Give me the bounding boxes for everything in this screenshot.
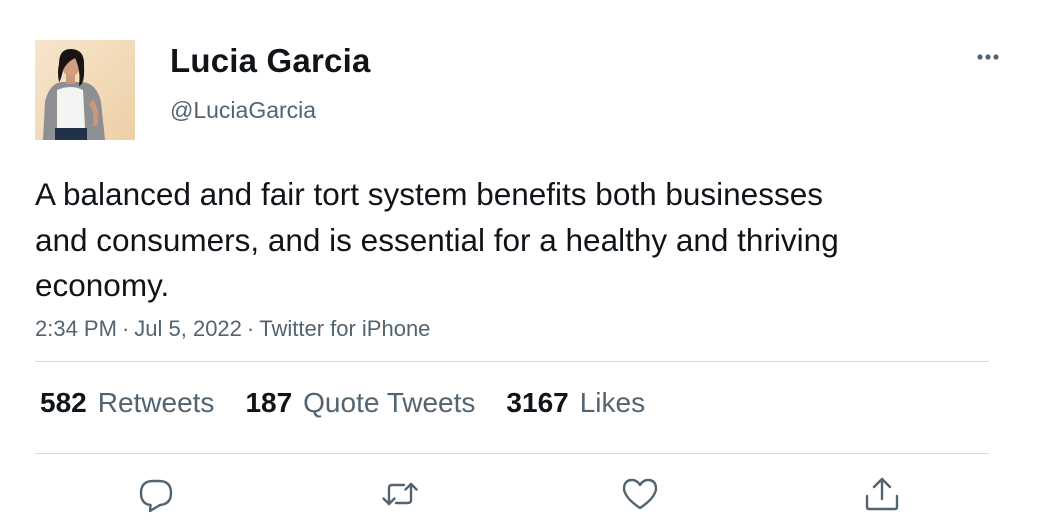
display-name[interactable]: Lucia Garcia <box>170 42 371 80</box>
more-options-button[interactable] <box>968 44 1008 70</box>
quote-tweets-count: 187 <box>245 387 293 418</box>
retweets-count: 582 <box>40 387 87 418</box>
avatar[interactable] <box>35 40 135 140</box>
tweet-date[interactable]: Jul 5, 2022 <box>134 316 242 341</box>
avatar-image <box>35 40 135 140</box>
divider <box>35 453 989 454</box>
meta-separator: · <box>246 316 255 341</box>
likes-label: Likes <box>579 387 646 418</box>
like-button[interactable] <box>620 474 660 514</box>
retweets-label: Retweets <box>97 387 215 418</box>
heart-icon <box>622 478 658 510</box>
tweet-text: A balanced and fair tort system benefits… <box>35 176 839 303</box>
tweet-metadata: 2:34 PM · Jul 5, 2022 · Twitter for iPhone <box>35 316 430 342</box>
meta-separator: · <box>121 316 130 341</box>
more-horizontal-icon <box>977 54 999 60</box>
share-button[interactable] <box>862 474 902 514</box>
tweet-time[interactable]: 2:34 PM <box>35 316 117 341</box>
quote-tweets-stat[interactable]: 187 Quote Tweets <box>245 387 475 419</box>
divider <box>35 361 989 362</box>
likes-count: 3167 <box>506 387 569 418</box>
reply-button[interactable] <box>136 474 176 514</box>
reply-icon <box>139 479 173 513</box>
engagement-stats: 582 Retweets 187 Quote Tweets 3167 Likes <box>40 387 645 419</box>
tweet-card: Lucia Garcia @LuciaGarcia A balanced and… <box>0 0 1050 525</box>
retweets-stat[interactable]: 582 Retweets <box>40 387 214 419</box>
user-handle[interactable]: @LuciaGarcia <box>170 97 316 124</box>
retweet-icon <box>382 482 418 506</box>
quote-tweets-label: Quote Tweets <box>303 387 476 418</box>
likes-stat[interactable]: 3167 Likes <box>506 387 645 419</box>
share-icon <box>865 477 899 511</box>
retweet-button[interactable] <box>380 474 420 514</box>
action-bar <box>0 474 1050 514</box>
tweet-source[interactable]: Twitter for iPhone <box>259 316 430 341</box>
